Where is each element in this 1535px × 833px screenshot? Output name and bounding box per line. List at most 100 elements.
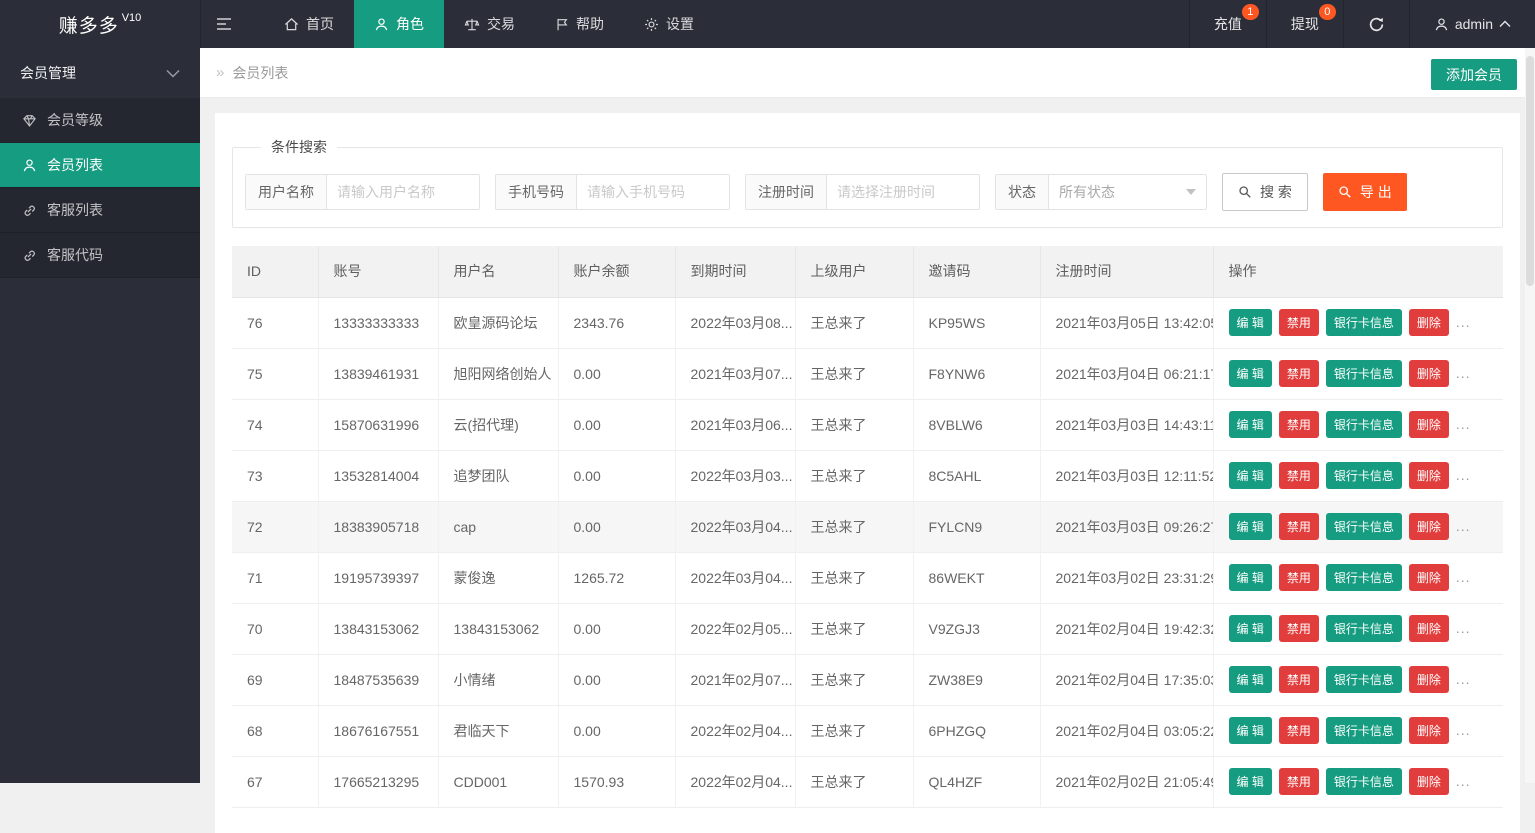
edit-button[interactable]: 编 辑: [1229, 717, 1272, 744]
add-member-button[interactable]: 添加会员: [1431, 59, 1517, 90]
more-actions[interactable]: ...: [1456, 671, 1471, 687]
collapse-sidebar-button[interactable]: [200, 0, 246, 48]
bankcard-button[interactable]: 银行卡信息: [1326, 462, 1402, 489]
recharge-button[interactable]: 充值 1: [1189, 0, 1266, 48]
cell-actions: 编 辑禁用银行卡信息删除...: [1213, 756, 1503, 807]
nav-label: 角色: [396, 14, 424, 34]
cell-registered: 2021年02月04日 17:35:03: [1040, 654, 1213, 705]
bankcard-button[interactable]: 银行卡信息: [1326, 666, 1402, 693]
withdraw-button[interactable]: 提现 0: [1266, 0, 1343, 48]
more-actions[interactable]: ...: [1456, 365, 1471, 381]
column-header-username: 用户名: [438, 246, 558, 297]
disable-button[interactable]: 禁用: [1279, 666, 1319, 693]
disable-button[interactable]: 禁用: [1279, 615, 1319, 642]
more-actions[interactable]: ...: [1456, 314, 1471, 330]
more-actions[interactable]: ...: [1456, 518, 1471, 534]
user-menu[interactable]: admin: [1409, 0, 1535, 48]
bankcard-button[interactable]: 银行卡信息: [1326, 513, 1402, 540]
more-actions[interactable]: ...: [1456, 620, 1471, 636]
disable-button[interactable]: 禁用: [1279, 564, 1319, 591]
disable-button[interactable]: 禁用: [1279, 462, 1319, 489]
refresh-button[interactable]: [1343, 0, 1409, 48]
sidebar-group-member-management[interactable]: 会员管理: [0, 48, 200, 98]
phone-input[interactable]: [577, 175, 729, 209]
bankcard-button[interactable]: 银行卡信息: [1326, 360, 1402, 387]
disable-button[interactable]: 禁用: [1279, 717, 1319, 744]
cell-username: 君临天下: [438, 705, 558, 756]
edit-button[interactable]: 编 辑: [1229, 462, 1272, 489]
bankcard-button[interactable]: 银行卡信息: [1326, 615, 1402, 642]
cell-parent: 王总来了: [795, 450, 913, 501]
more-actions[interactable]: ...: [1456, 722, 1471, 738]
sidebar-item-member-level[interactable]: 会员等级: [0, 98, 200, 143]
flag-icon: [555, 17, 569, 32]
disable-button[interactable]: 禁用: [1279, 513, 1319, 540]
bankcard-button[interactable]: 银行卡信息: [1326, 717, 1402, 744]
delete-button[interactable]: 删除: [1409, 309, 1449, 336]
edit-button[interactable]: 编 辑: [1229, 615, 1272, 642]
regtime-input[interactable]: [827, 175, 979, 209]
cell-balance: 1570.93: [558, 756, 675, 807]
nav-item-trade[interactable]: 交易: [444, 0, 535, 48]
sidebar-item-member-list[interactable]: 会员列表: [0, 143, 200, 188]
bankcard-button[interactable]: 银行卡信息: [1326, 309, 1402, 336]
vertical-scrollbar[interactable]: [1525, 48, 1535, 783]
disable-button[interactable]: 禁用: [1279, 411, 1319, 438]
more-actions[interactable]: ...: [1456, 773, 1471, 789]
sidebar-item-service-code[interactable]: 客服代码: [0, 233, 200, 278]
edit-button[interactable]: 编 辑: [1229, 309, 1272, 336]
cell-balance: 1265.72: [558, 552, 675, 603]
username-input[interactable]: [327, 175, 479, 209]
username-label: 用户名称: [246, 175, 327, 209]
edit-button[interactable]: 编 辑: [1229, 513, 1272, 540]
cell-invite: 8C5AHL: [913, 450, 1040, 501]
bankcard-button[interactable]: 银行卡信息: [1326, 411, 1402, 438]
table-row: 6818676167551君临天下0.002022年02月04...王总来了6P…: [232, 705, 1503, 756]
delete-button[interactable]: 删除: [1409, 615, 1449, 642]
nav-item-settings[interactable]: 设置: [624, 0, 714, 48]
sidebar-item-service-list[interactable]: 客服列表: [0, 188, 200, 233]
delete-button[interactable]: 删除: [1409, 411, 1449, 438]
more-actions[interactable]: ...: [1456, 569, 1471, 585]
sidebar: 会员管理 会员等级 会员列表 客服列表 客服代码: [0, 48, 200, 783]
status-select[interactable]: 所有状态: [1049, 175, 1206, 209]
delete-button[interactable]: 删除: [1409, 717, 1449, 744]
delete-button[interactable]: 删除: [1409, 768, 1449, 795]
cell-account: 13839461931: [318, 348, 438, 399]
delete-button[interactable]: 删除: [1409, 666, 1449, 693]
nav-item-help[interactable]: 帮助: [535, 0, 624, 48]
bankcard-button[interactable]: 银行卡信息: [1326, 564, 1402, 591]
delete-button[interactable]: 删除: [1409, 513, 1449, 540]
disable-button[interactable]: 禁用: [1279, 309, 1319, 336]
more-actions[interactable]: ...: [1456, 416, 1471, 432]
cell-id: 71: [232, 552, 318, 603]
search-button[interactable]: 搜 索: [1222, 173, 1308, 211]
delete-button[interactable]: 删除: [1409, 360, 1449, 387]
table-row: 6918487535639小情绪0.002021年02月07...王总来了ZW3…: [232, 654, 1503, 705]
scrollbar-thumb[interactable]: [1526, 56, 1534, 286]
disable-button[interactable]: 禁用: [1279, 768, 1319, 795]
edit-button[interactable]: 编 辑: [1229, 768, 1272, 795]
breadcrumb-bar: » 会员列表 添加会员: [200, 48, 1535, 98]
delete-button[interactable]: 删除: [1409, 564, 1449, 591]
recharge-label: 充值: [1214, 14, 1242, 34]
more-actions[interactable]: ...: [1456, 467, 1471, 483]
cell-actions: 编 辑禁用银行卡信息删除...: [1213, 501, 1503, 552]
cell-parent: 王总来了: [795, 705, 913, 756]
export-button[interactable]: 导 出: [1323, 173, 1407, 211]
cell-expire: 2022年03月04...: [675, 552, 795, 603]
disable-button[interactable]: 禁用: [1279, 360, 1319, 387]
bankcard-button[interactable]: 银行卡信息: [1326, 768, 1402, 795]
delete-button[interactable]: 删除: [1409, 462, 1449, 489]
nav-item-home[interactable]: 首页: [264, 0, 354, 48]
regtime-label: 注册时间: [746, 175, 827, 209]
edit-button[interactable]: 编 辑: [1229, 411, 1272, 438]
brand-logo: 赚多多 V10: [0, 0, 200, 48]
column-header-actions: 操作: [1213, 246, 1503, 297]
edit-button[interactable]: 编 辑: [1229, 564, 1272, 591]
nav-item-role[interactable]: 角色: [354, 0, 444, 48]
edit-button[interactable]: 编 辑: [1229, 666, 1272, 693]
search-panel: 条件搜索 用户名称 手机号码 注册时间 状态 所有状态: [232, 137, 1503, 228]
cell-invite: 86WEKT: [913, 552, 1040, 603]
edit-button[interactable]: 编 辑: [1229, 360, 1272, 387]
